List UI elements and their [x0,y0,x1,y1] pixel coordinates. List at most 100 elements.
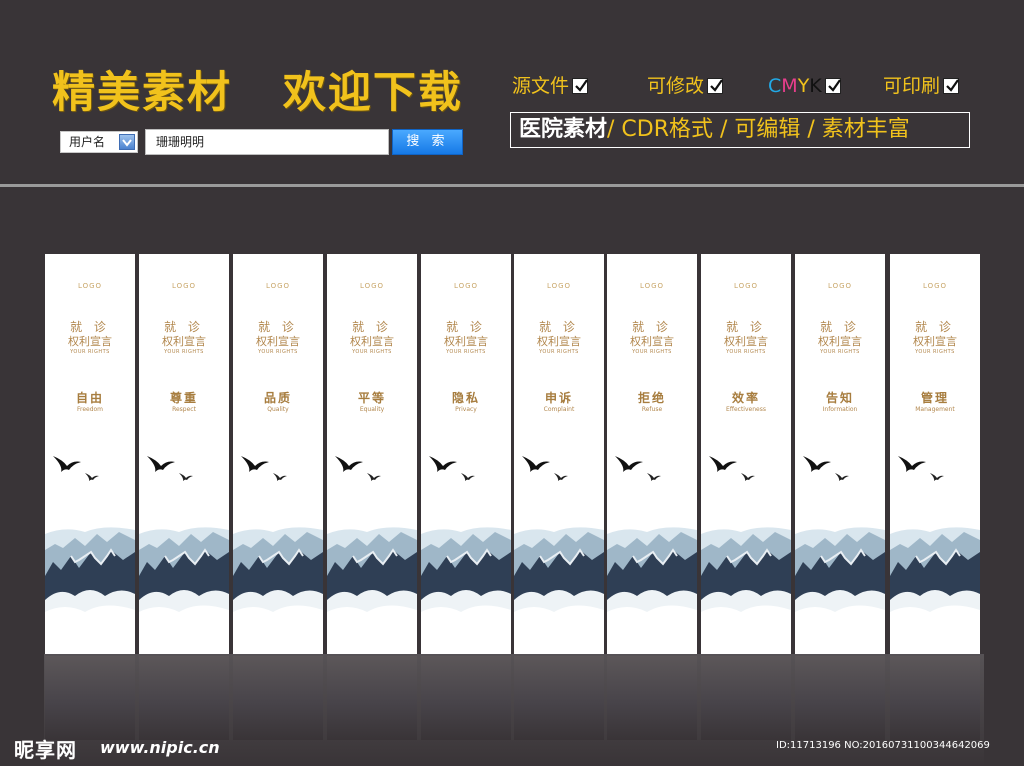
panel-reflection [795,656,885,740]
panel-subheading-en: YOUR RIGHTS [446,349,486,355]
panel-topic: 拒绝 [637,391,666,405]
panel-topic-en: Effectiveness [726,406,766,413]
panel-subheading: 权利宣言 [818,335,862,348]
panel-reflection [701,656,791,740]
panel-logo-text: LOGO [77,282,103,290]
panel-logo-text: LOGO [639,282,665,290]
panel-logo-text: LOGO [453,282,479,290]
panel-subheading-en: YOUR RIGHTS [726,349,766,355]
panel-reflection [421,656,511,740]
feature-printable: 可印刷 [883,73,960,99]
panel-topic: 告知 [825,391,854,405]
poster-panel: LOGO 就 诊权利宣言 YOUR RIGHTS 隐私 Privacy [421,254,511,654]
poster-panel: LOGO 就 诊权利宣言 YOUR RIGHTS 自由 Freedom [45,254,135,654]
panel-logo-text: LOGO [171,282,197,290]
panel-subheading-en: YOUR RIGHTS [915,349,955,355]
checkmark-icon [707,78,724,94]
feature-source-file: 源文件 [512,73,589,99]
panel-reflection [139,656,229,740]
checkmark-icon [572,78,589,94]
search-button[interactable]: 搜 索 [392,129,463,155]
poster-panel: LOGO 就 诊权利宣言 YOUR RIGHTS 管理 Management [890,254,980,654]
panel-reflection [890,656,980,740]
birds-graphic [520,450,600,494]
panel-topic-en: Equality [359,406,385,413]
mountain-graphic [233,516,323,654]
panel-logo-text: LOGO [733,282,759,290]
mountain-graphic [701,516,791,654]
mountain-graphic [890,516,980,654]
poster-panel: LOGO 就 诊权利宣言 YOUR RIGHTS 尊重 Respect [139,254,229,654]
tagline-rest: / CDR格式 / 可编辑 / 素材丰富 [607,117,910,142]
panel-topic-en: Refuse [641,406,663,413]
poster-panel: LOGO 就 诊权利宣言 YOUR RIGHTS 告知 Information [795,254,885,654]
panel-logo-text: LOGO [546,282,572,290]
feature-label: 可修改 [647,75,705,97]
birds-graphic [427,450,507,494]
panel-topic: 品质 [263,391,292,405]
panel-subheading-en: YOUR RIGHTS [632,349,672,355]
stage: 精美素材 欢迎下载 用户名 珊珊明明 搜 索 源文件 可修改 CMYK 可印刷 … [0,0,1024,766]
cmyk-m: M [781,75,798,97]
panel-reflection [233,656,323,740]
panel-topic-en: Quality [267,406,289,413]
watermark-logo: 昵享网 [14,738,77,762]
panel-reflection [45,656,135,740]
cmyk-c: C [768,75,782,97]
mountain-graphic [514,516,604,654]
feature-label: 源文件 [512,75,570,97]
panel-reflection [514,656,604,740]
panel-logo-text: LOGO [359,282,385,290]
panel-logo-text: LOGO [827,282,853,290]
panel-topic-en: Privacy [455,406,477,413]
panel-subheading: 权利宣言 [630,335,674,348]
panel-subheading: 权利宣言 [68,335,112,348]
panel-subheading-en: YOUR RIGHTS [258,349,298,355]
birds-graphic [239,450,319,494]
panel-topic-en: Information [822,406,858,413]
panel-subheading-en: YOUR RIGHTS [70,349,110,355]
feature-cmyk: CMYK [768,73,841,99]
search-type-select[interactable]: 用户名 [60,131,138,153]
panel-subheading-en: YOUR RIGHTS [820,349,860,355]
panel-subheading: 权利宣言 [350,335,394,348]
chevron-down-icon[interactable] [119,134,135,150]
panel-subheading: 权利宣言 [537,335,581,348]
panel-logo-text: LOGO [922,282,948,290]
mountain-graphic [421,516,511,654]
poster-panel: LOGO 就 诊权利宣言 YOUR RIGHTS 效率 Effectiveness [701,254,791,654]
birds-graphic [333,450,413,494]
search-input[interactable]: 珊珊明明 [145,129,389,155]
panel-topic: 尊重 [169,391,198,405]
panel-topic-en: Management [915,406,955,413]
panel-topic: 隐私 [451,391,480,405]
panel-topic: 申诉 [544,391,573,405]
birds-graphic [145,450,225,494]
poster-panel: LOGO 就 诊权利宣言 YOUR RIGHTS 平等 Equality [327,254,417,654]
tagline-lead: 医院素材 [519,117,608,142]
panel-subheading-en: YOUR RIGHTS [352,349,392,355]
mountain-graphic [139,516,229,654]
watermark-id: ID:11713196 NO:20160731100344642069 [776,740,990,751]
panel-subheading-en: YOUR RIGHTS [164,349,204,355]
poster-panel: LOGO 就 诊权利宣言 YOUR RIGHTS 拒绝 Refuse [607,254,697,654]
header-divider [0,184,1024,187]
tagline: 医院素材/ CDR格式 / 可编辑 / 素材丰富 [510,112,970,148]
birds-graphic [613,450,693,494]
panel-subheading: 权利宣言 [444,335,488,348]
feature-editable: 可修改 [647,73,724,99]
panel-topic-en: Complaint [543,406,575,413]
panel-topic: 平等 [357,391,386,405]
poster-panel: LOGO 就 诊权利宣言 YOUR RIGHTS 申诉 Complaint [514,254,604,654]
cmyk-k: K [809,75,822,97]
poster-panel: LOGO 就 诊权利宣言 YOUR RIGHTS 品质 Quality [233,254,323,654]
checkmark-icon [943,78,960,94]
panel-subheading: 权利宣言 [724,335,768,348]
cmyk-y: Y [797,75,810,97]
panel-reflection [607,656,697,740]
checkmark-icon [824,78,841,94]
panel-topic-en: Respect [172,406,196,413]
panel-topic: 效率 [731,391,760,405]
panel-reflection [327,656,417,740]
panel-subheading: 权利宣言 [162,335,206,348]
